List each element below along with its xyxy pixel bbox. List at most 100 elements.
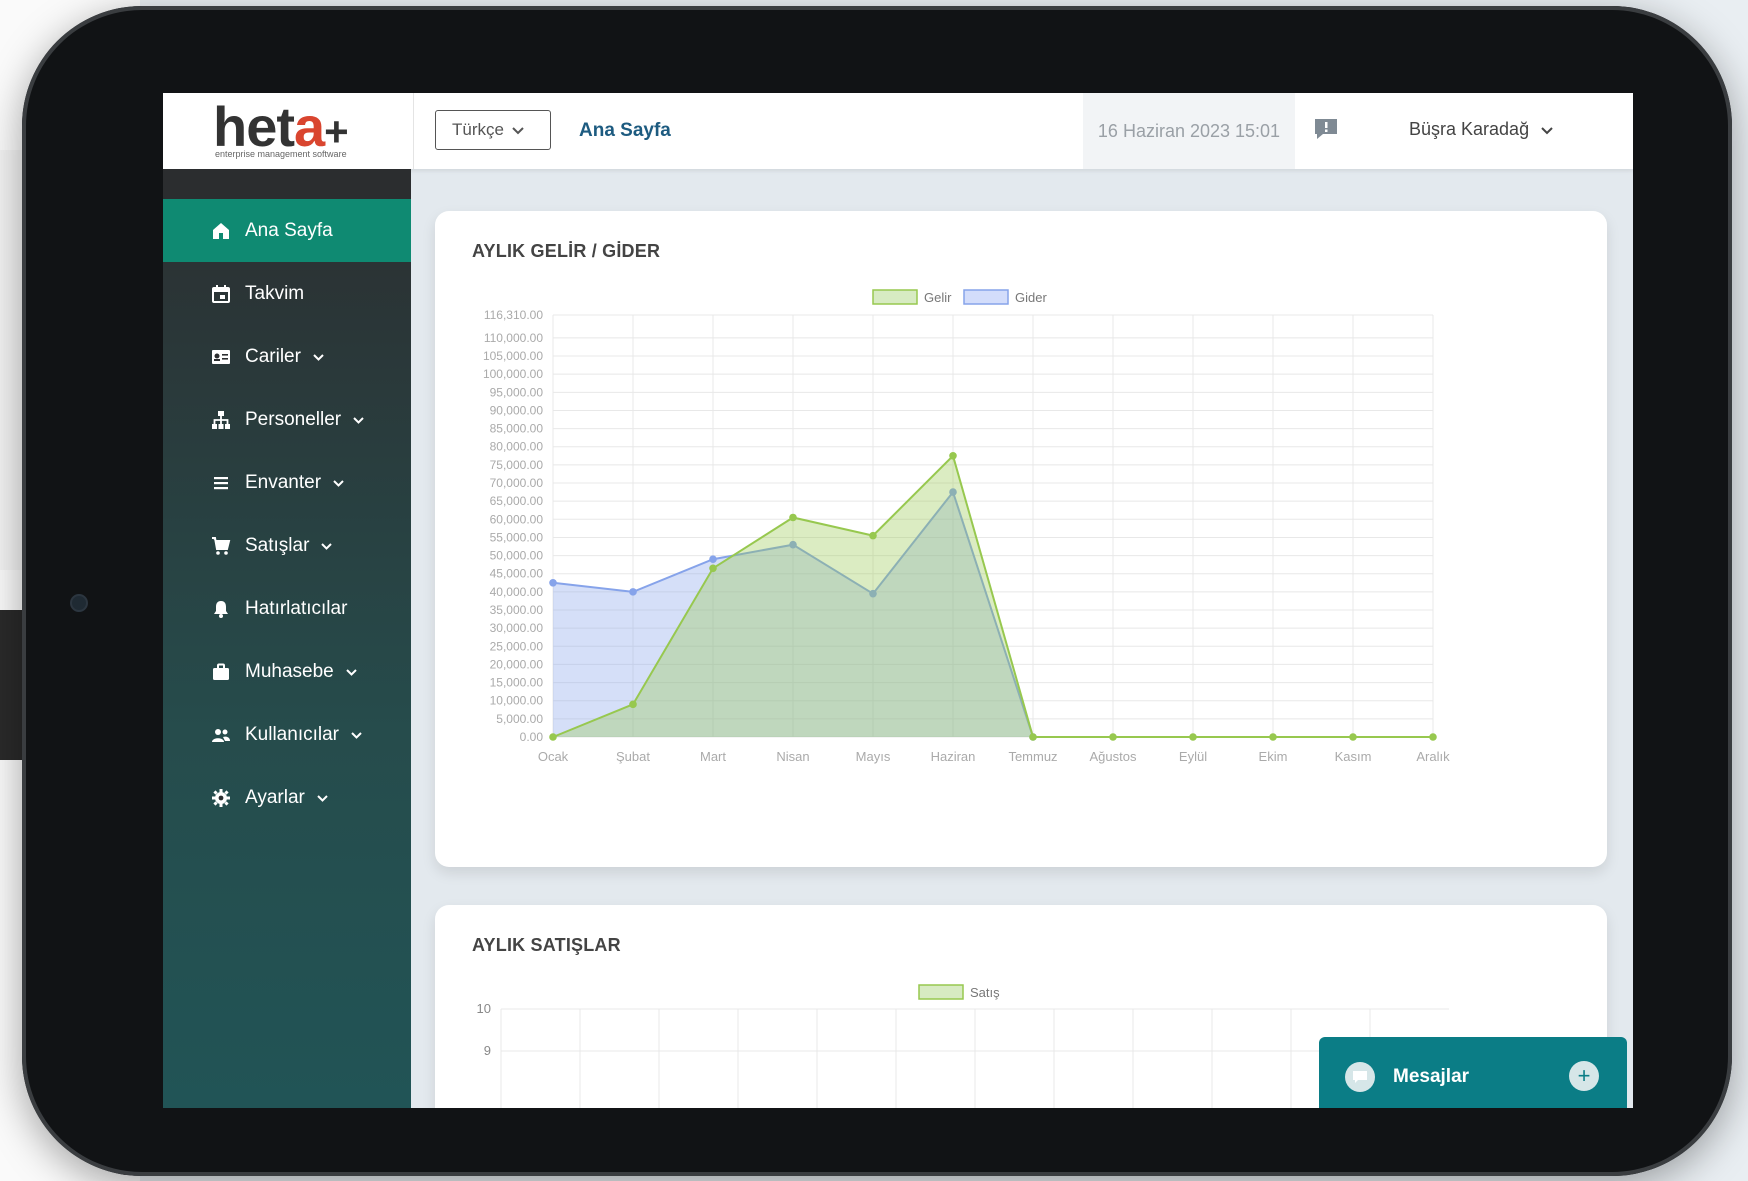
sidebar-item-hatirlaticilar[interactable]: Hatırlatıcılar (163, 577, 411, 640)
x-tick-label: Kasım (1335, 749, 1372, 764)
legend-label-gider: Gider (1015, 290, 1047, 305)
chat-bubble-icon (1345, 1062, 1375, 1092)
tablet-frame: heta+ enterprise management software Tür… (22, 6, 1732, 1176)
y-tick-label: 5,000.00 (496, 712, 543, 726)
gear-icon (211, 788, 231, 808)
income-expense-card: AYLIK GELİR / GİDER Gelir Gider 116,310.00… (435, 211, 1607, 867)
point-gelir (869, 531, 877, 540)
sidebar-item-label: Muhasebe (245, 660, 334, 682)
org-chart-icon (211, 410, 231, 430)
app-logo[interactable]: heta+ enterprise management software (163, 93, 414, 169)
users-icon (211, 725, 231, 745)
datetime-display: 16 Haziran 2023 15:01 (1083, 93, 1295, 169)
bell-icon (211, 599, 231, 619)
sidebar-item-kullanicilar[interactable]: Kullanıcılar (163, 703, 411, 766)
chevron-down-icon (317, 790, 328, 805)
language-label: Türkçe (452, 120, 504, 139)
user-menu[interactable]: Büşra Karadağ (1409, 119, 1553, 140)
sidebar-top-strip (163, 169, 411, 199)
y-tick-label: 80,000.00 (490, 440, 544, 454)
chevron-down-icon (351, 727, 362, 742)
legend-swatch-gelir (872, 289, 918, 305)
y-tick-label: 50,000.00 (490, 549, 544, 563)
x-tick-label: Ağustos (1090, 749, 1137, 764)
point-gider (549, 579, 557, 587)
chevron-down-icon (353, 412, 364, 427)
x-tick-label: Haziran (931, 749, 976, 764)
legend-label-gelir: Gelir (924, 290, 952, 305)
sidebar-item-label: Satışlar (245, 534, 310, 556)
point-gider (709, 555, 717, 564)
sidebar-item-label: Personeller (245, 408, 342, 430)
sidebar-item-takvim[interactable]: Takvim (163, 262, 411, 325)
top-header: heta+ enterprise management software Tür… (163, 93, 1633, 169)
point-gelir (629, 700, 637, 709)
breadcrumb[interactable]: Ana Sayfa (579, 120, 671, 142)
sidebar-item-cariler[interactable]: Cariler (163, 325, 411, 388)
point-gelir (709, 564, 717, 573)
datetime-text: 16 Haziran 2023 15:01 (1097, 120, 1281, 141)
language-dropdown[interactable]: Türkçe (435, 110, 551, 150)
sidebar-item-muhasebe[interactable]: Muhasebe (163, 640, 411, 703)
y-tick-label: 116,310.00 (484, 308, 543, 322)
y-tick-label: 75,000.00 (490, 458, 544, 472)
x-tick-label: Mayıs (856, 749, 891, 764)
cart-icon (211, 536, 231, 556)
chevron-down-icon (346, 664, 357, 679)
point-gelir (1189, 733, 1197, 741)
sidebar-item-label: Takvim (245, 282, 305, 304)
y-tick-label: 90,000.00 (490, 403, 544, 417)
y-tick-label: 15,000.00 (490, 676, 544, 690)
sidebar-item-label: Ana Sayfa (245, 219, 333, 241)
y-tick-label: 40,000.00 (490, 585, 544, 599)
y-tick-label: 20,000.00 (490, 657, 544, 671)
y-tick-label: 95,000.00 (490, 385, 544, 399)
x-tick-label: Temmuz (1008, 749, 1057, 764)
legend-label-satis: Satış (970, 985, 1000, 1000)
plus-icon[interactable]: + (1569, 1061, 1599, 1091)
y-tick-label: 10 (477, 1001, 491, 1016)
y-tick-label: 30,000.00 (490, 621, 544, 635)
point-gelir (1109, 733, 1117, 741)
point-gelir (789, 513, 797, 522)
sidebar-item-personeller[interactable]: Personeller (163, 388, 411, 451)
feedback-icon[interactable] (1313, 117, 1339, 141)
briefcase-icon (211, 662, 231, 682)
app-screen: heta+ enterprise management software Tür… (163, 93, 1633, 1108)
logo-subtitle: enterprise management software (215, 149, 347, 159)
point-gelir (1429, 733, 1437, 741)
point-gelir (549, 733, 557, 741)
y-tick-label: 10,000.00 (490, 694, 544, 708)
sidebar-item-satislar[interactable]: Satışlar (163, 514, 411, 577)
y-tick-label: 55,000.00 (490, 530, 544, 544)
point-gelir (1349, 733, 1357, 741)
x-tick-label: Aralık (1416, 749, 1450, 764)
point-gelir (1029, 733, 1037, 741)
x-tick-label: Eylül (1179, 749, 1207, 764)
list-icon (211, 473, 231, 493)
sidebar-item-label: Kullanıcılar (245, 723, 339, 745)
point-gider (629, 588, 637, 596)
sidebar-item-ayarlar[interactable]: Ayarlar (163, 766, 411, 829)
y-tick-label: 35,000.00 (490, 603, 544, 617)
y-tick-label: 105,000.00 (483, 349, 543, 363)
x-tick-label: Şubat (616, 749, 650, 764)
legend-swatch-gider (963, 289, 1009, 305)
y-tick-label: 60,000.00 (490, 512, 544, 526)
home-icon (211, 221, 231, 241)
sidebar-item-label: Envanter (245, 471, 322, 493)
y-tick-label: 0.00 (520, 730, 544, 744)
point-gelir (949, 452, 957, 460)
chevron-down-icon (1541, 119, 1553, 140)
y-tick-label: 65,000.00 (490, 494, 544, 508)
y-tick-label: 70,000.00 (490, 476, 544, 490)
y-tick-label: 110,000.00 (484, 331, 543, 345)
point-gelir (1269, 733, 1277, 741)
y-tick-label: 9 (484, 1043, 491, 1058)
contact-card-icon (211, 347, 231, 367)
messages-widget[interactable]: Mesajlar + (1319, 1037, 1627, 1108)
sidebar-item-ana-sayfa[interactable]: Ana Sayfa (163, 199, 411, 262)
sidebar-item-envanter[interactable]: Envanter (163, 451, 411, 514)
y-tick-label: 25,000.00 (490, 639, 544, 653)
legend-swatch-satis (918, 984, 964, 1000)
